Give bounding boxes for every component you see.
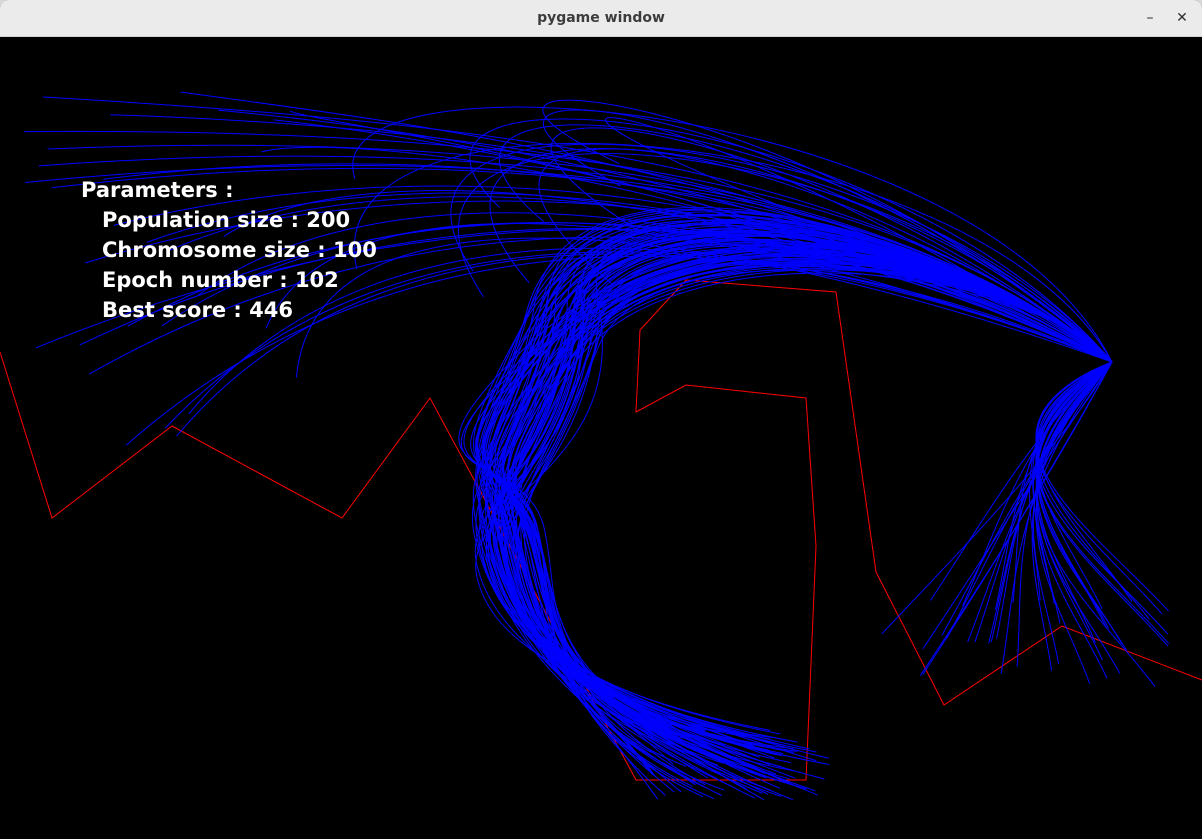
chromosome-size-label: Chromosome size : 100 [102, 238, 377, 262]
trajectory-line [515, 264, 1113, 801]
parameters-panel: Parameters : Population size : 200 Chrom… [81, 175, 377, 325]
parameters-heading: Parameters : [81, 178, 234, 202]
close-icon[interactable]: ✕ [1170, 6, 1194, 30]
minimize-icon[interactable]: – [1138, 6, 1162, 30]
window-title: pygame window [537, 10, 665, 26]
trajectory-line [483, 253, 1113, 787]
trajectory-line [929, 361, 1113, 601]
trajectory-line [289, 110, 1113, 363]
game-canvas[interactable]: Parameters : Population size : 200 Chrom… [0, 38, 1202, 839]
trajectory-line [1035, 361, 1163, 615]
simulation-scene [0, 91, 1202, 801]
trajectory-line [507, 269, 1113, 785]
trajectory-line [1036, 361, 1127, 651]
game-window: pygame window – ✕ Parameters : Populatio… [0, 0, 1202, 839]
population-size-label: Population size : 200 [102, 208, 351, 232]
best-score-label: Best score : 446 [102, 298, 293, 322]
trajectory-line [1036, 361, 1150, 620]
epoch-number-label: Epoch number : 102 [102, 268, 339, 292]
trajectory-line [1036, 361, 1133, 602]
trajectory-line [472, 206, 1113, 786]
trajectory-line [523, 269, 1113, 789]
title-bar[interactable]: pygame window – ✕ [0, 0, 1202, 37]
